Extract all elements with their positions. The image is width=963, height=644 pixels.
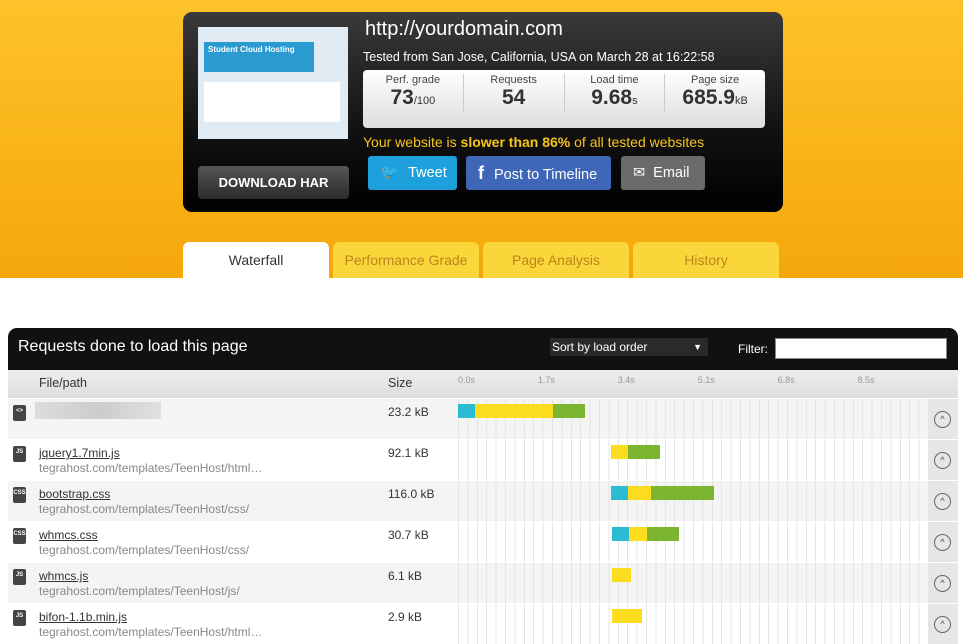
expand-button[interactable]: ^	[928, 522, 958, 562]
tweet-button[interactable]: 🐦 Tweet	[368, 156, 457, 190]
tab-2[interactable]: Page Analysis	[483, 242, 629, 278]
bar-dns	[458, 404, 475, 418]
time-tick: 8.5s	[857, 375, 875, 385]
css-file-icon: CSS	[13, 487, 26, 503]
bar-dns	[612, 527, 630, 541]
js-file-icon: JS	[13, 569, 26, 585]
file-size: 6.1 kB	[388, 569, 423, 583]
tab-1[interactable]: Performance Grade	[333, 242, 479, 278]
file-link[interactable]: bifon-1.1b.min.js	[39, 610, 127, 624]
file-size: 2.9 kB	[388, 610, 423, 624]
column-file-path[interactable]: File/path	[39, 376, 87, 390]
js-file-icon: JS	[13, 446, 26, 462]
bar-wait	[474, 404, 553, 418]
file-path: tegrahost.com/templates/TeenHost/html…	[39, 625, 263, 639]
chevron-up-icon: ^	[934, 616, 951, 633]
stat-2: Load time 9.68s	[565, 74, 666, 112]
bar-receive	[651, 486, 715, 500]
tab-3[interactable]: History	[633, 242, 779, 278]
email-button[interactable]: ✉ Email	[621, 156, 705, 190]
summary-card: Student Cloud Hosting DOWNLOAD HAR http:…	[183, 12, 783, 212]
bar-wait	[612, 568, 631, 582]
test-info: Tested from San Jose, California, USA on…	[363, 50, 715, 64]
table-row[interactable]: <> 23.2 kB ^	[8, 398, 958, 439]
post-to-timeline-button[interactable]: f Post to Timeline	[466, 156, 611, 190]
expand-button[interactable]: ^	[928, 563, 958, 603]
file-size: 92.1 kB	[388, 446, 429, 460]
file-size: 116.0 kB	[388, 487, 435, 501]
expand-button[interactable]: ^	[928, 481, 958, 521]
file-path: tegrahost.com/templates/TeenHost/css/	[39, 543, 250, 557]
time-tick: 1.7s	[537, 375, 555, 385]
table-row[interactable]: CSS bootstrap.css tegrahost.com/templates…	[8, 480, 958, 521]
file-size: 23.2 kB	[388, 405, 429, 419]
js-file-icon: JS	[13, 610, 26, 626]
bar-wait	[628, 486, 652, 500]
bar-receive	[552, 404, 585, 418]
chevron-up-icon: ^	[934, 575, 951, 592]
file-link[interactable]: whmcs.css	[39, 528, 98, 542]
bar-wait	[612, 609, 643, 623]
twitter-icon: 🐦	[380, 165, 399, 181]
facebook-icon: f	[478, 163, 484, 183]
html-file-icon: <>	[13, 405, 26, 421]
table-row[interactable]: JS bifon-1.1b.min.js tegrahost.com/templa…	[8, 603, 958, 644]
bar-dns	[611, 486, 629, 500]
envelope-icon: ✉	[633, 165, 646, 181]
expand-button[interactable]: ^	[928, 604, 958, 644]
dropdown-arrow-icon: ▼	[693, 342, 702, 352]
file-size: 30.7 kB	[388, 528, 429, 542]
filter-input[interactable]	[775, 338, 947, 359]
filter-label: Filter:	[738, 342, 768, 356]
sort-select[interactable]: Sort by load order ▼	[550, 338, 708, 356]
time-tick: 5.1s	[697, 375, 715, 385]
site-thumbnail: Student Cloud Hosting	[198, 27, 348, 139]
bar-receive	[646, 527, 679, 541]
table-row[interactable]: CSS whmcs.css tegrahost.com/templates/Tee…	[8, 521, 958, 562]
file-path: tegrahost.com/templates/TeenHost/js/	[39, 584, 240, 598]
chevron-up-icon: ^	[934, 452, 951, 469]
file-link[interactable]: jquery1.7min.js	[39, 446, 120, 460]
time-tick: 6.8s	[777, 375, 795, 385]
bar-wait	[611, 445, 629, 459]
panel-title: Requests done to load this page	[18, 338, 248, 355]
chevron-up-icon: ^	[934, 493, 951, 510]
chevron-up-icon: ^	[934, 534, 951, 551]
css-file-icon: CSS	[13, 528, 26, 544]
expand-button[interactable]: ^	[928, 399, 958, 439]
file-path: tegrahost.com/templates/TeenHost/html…	[39, 461, 263, 475]
expand-button[interactable]: ^	[928, 440, 958, 480]
table-row[interactable]: JS whmcs.js tegrahost.com/templates/TeenH…	[8, 562, 958, 603]
time-tick: 3.4s	[617, 375, 635, 385]
stat-1: Requests 54	[464, 74, 565, 112]
table-row[interactable]: JS jquery1.7min.js tegrahost.com/template…	[8, 439, 958, 480]
tab-0[interactable]: Waterfall	[183, 242, 329, 278]
stat-3: Page size 685.9kB	[682, 74, 748, 109]
file-link[interactable]: bootstrap.css	[39, 487, 110, 501]
waterfall-panel: Requests done to load this page Sort by …	[8, 328, 958, 644]
tested-url: http://yourdomain.com	[365, 18, 563, 40]
time-tick: 0.0s	[458, 375, 476, 385]
bar-receive	[628, 445, 661, 459]
bar-wait	[629, 527, 647, 541]
stat-0: Perf. grade 73/100	[363, 74, 464, 112]
column-size[interactable]: Size	[388, 376, 412, 390]
blurred-url	[35, 402, 161, 419]
file-path: tegrahost.com/templates/TeenHost/css/	[39, 502, 250, 516]
chevron-up-icon: ^	[934, 411, 951, 428]
speed-comparison: Your website is slower than 86% of all t…	[363, 134, 705, 150]
download-har-button[interactable]: DOWNLOAD HAR	[198, 166, 349, 199]
stats-box: Perf. grade 73/100 Requests 54 Load time 9.68…	[363, 70, 765, 128]
file-link[interactable]: whmcs.js	[39, 569, 88, 583]
